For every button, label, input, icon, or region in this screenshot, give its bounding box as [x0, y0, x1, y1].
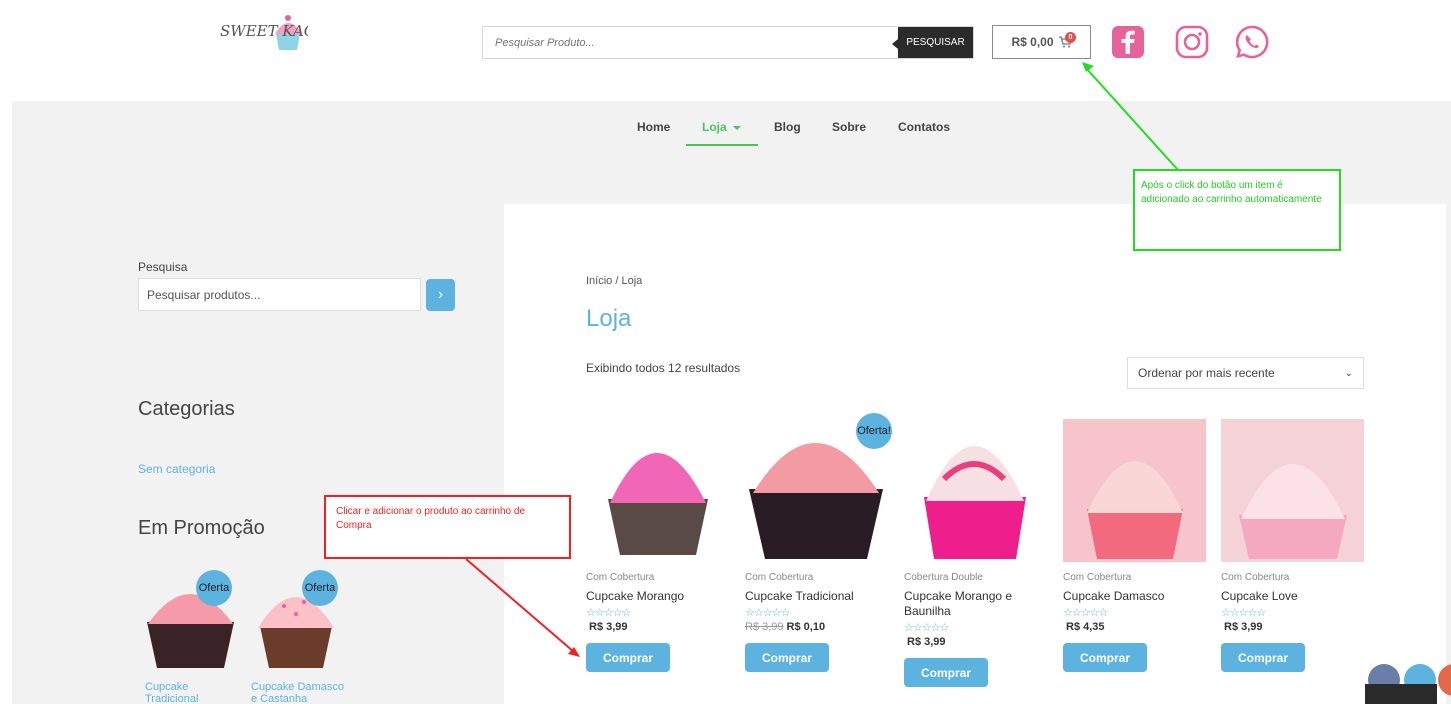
annotation-green-note: Após o click do botão um item é adiciona…	[1133, 169, 1341, 251]
annotation-arrows	[465, 62, 1179, 657]
page-root: SWEET KACES PESQUISAR R$ 0,00 0 Home Loj…	[0, 0, 1451, 704]
system-tray	[1365, 684, 1437, 704]
annotation-red-note: Clicar e adicionar o produto ao carrinho…	[324, 495, 571, 559]
